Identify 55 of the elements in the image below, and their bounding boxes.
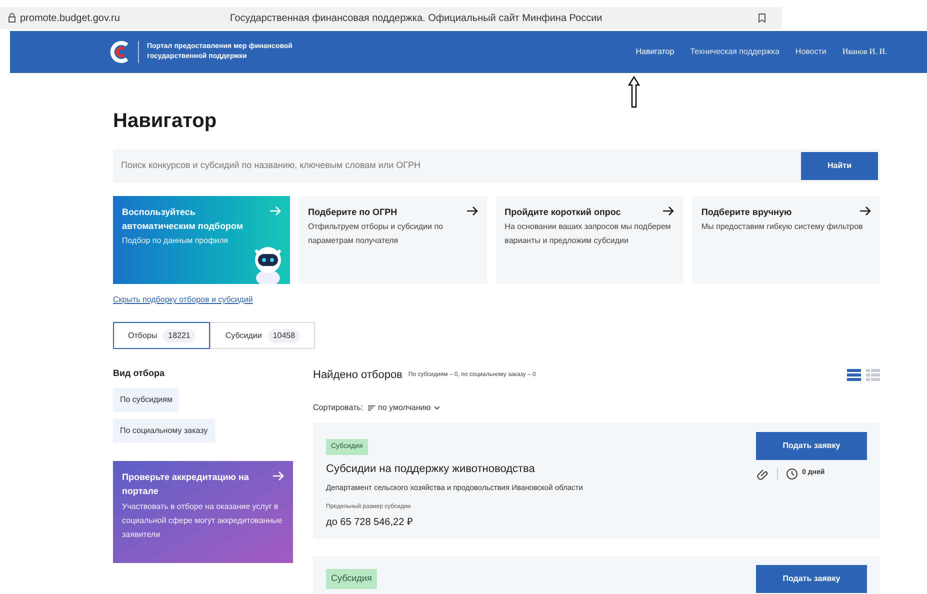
limit-amount: до 65 728 546,22 ₽ <box>326 516 414 530</box>
arrow-right-icon <box>662 205 674 217</box>
card-title: Воспользуйтесь автоматическим подбором <box>122 206 244 233</box>
item-title[interactable]: Субсидии на поддержку животноводства <box>326 460 756 477</box>
chevron-down-icon <box>434 406 440 410</box>
promo-card[interactable]: Подберите вручную Мы предоставим гибкую систему фильтров <box>692 196 880 284</box>
card-text: Участвовать в отборе на оказание услуг в социальной сфере могут аккредитованные заявители <box>122 500 284 540</box>
card-title: Пройдите короткий опрос <box>504 206 621 219</box>
url-text[interactable]: promote.budget.gov.ru <box>20 10 230 26</box>
nav-link[interactable]: Навигатор <box>636 46 674 58</box>
lock-icon <box>8 13 16 23</box>
user-name[interactable]: Иванов И. И. <box>842 46 887 58</box>
arrow-right-icon <box>859 205 872 217</box>
bookmark-icon[interactable] <box>758 13 766 23</box>
filter-option[interactable]: По субсидиям <box>113 388 180 412</box>
promo-card[interactable]: Пройдите короткий опрос На основании ваших запросов мы подберем варианты и предложим субсидии <box>496 196 684 284</box>
arrow-right-icon <box>269 205 281 217</box>
up-arrow-icon <box>628 76 640 108</box>
tab[interactable]: Субсидии 10458 <box>210 322 316 349</box>
paperclip-icon[interactable] <box>757 468 769 480</box>
arrow-right-icon <box>272 470 284 482</box>
promo-card[interactable]: Подберите по ОГРН Отфильтруем отборы и субсидии по параметрам получателя <box>299 196 487 284</box>
results-title: Найдено отборов <box>313 368 402 383</box>
card-title: Проверьте аккредитацию на портале <box>122 470 250 498</box>
filter-title: Вид отбора <box>113 367 166 380</box>
page-title-text: Государственная финансовая поддержка. Официальный сайт Минфина России <box>230 12 604 26</box>
clock-icon <box>786 468 798 480</box>
nav-link[interactable]: Техническая поддержка <box>690 46 780 58</box>
arrow-right-icon <box>466 205 478 217</box>
search-button[interactable]: Найти <box>801 152 878 180</box>
type-tag: Субсидия <box>326 569 377 589</box>
search-input[interactable]: Поиск конкурсов и субсидий по названию, ключевым словам или ОГРН <box>121 159 801 173</box>
filter-option[interactable]: По социальному заказу <box>113 418 215 442</box>
count-badge: 10458 <box>268 328 300 342</box>
page-heading: Навигатор <box>113 109 218 132</box>
card-text: Мы предоставим гибкую систему фильтров <box>701 221 864 233</box>
search-field[interactable]: Поиск конкурсов и субсидий по названию, ключевым словам или ОГРН Найти <box>113 149 880 183</box>
apply-button[interactable]: Подать заявку <box>756 432 867 460</box>
card-text: Отфильтруем отборы и субсидии по параметрам получателя <box>308 221 444 247</box>
nav-link[interactable]: Новости <box>795 46 826 58</box>
card-title: Подберите вручную <box>701 206 792 219</box>
count-badge: 18221 <box>163 328 196 342</box>
hide-link[interactable]: Скрыть подборку отборов и субсидий <box>113 294 880 306</box>
tab[interactable]: Отборы 18221 <box>113 322 210 349</box>
card-text: Подбор по данным профиля <box>122 235 230 247</box>
sort-label: Сортировать: <box>313 402 364 414</box>
sort-dropdown[interactable]: по умолчанию <box>368 402 440 414</box>
logo-icon[interactable] <box>110 41 130 63</box>
list-view-icon[interactable] <box>847 369 861 382</box>
sort-icon <box>368 404 376 410</box>
apply-button[interactable]: Подать заявку <box>756 565 867 594</box>
accreditation-card[interactable]: Проверьте аккредитацию на портале Участвовать в отборе на оказание услуг в социальной сфере могут аккредитованные заявители <box>113 460 293 562</box>
card-title: Подберите по ОГРН <box>308 206 398 219</box>
promo-card[interactable]: Воспользуйтесь автоматическим подбором Подбор по данным профиля <box>113 196 290 284</box>
card-text: На основании ваших запросов мы подберем варианты и предложим субсидии <box>504 221 672 247</box>
